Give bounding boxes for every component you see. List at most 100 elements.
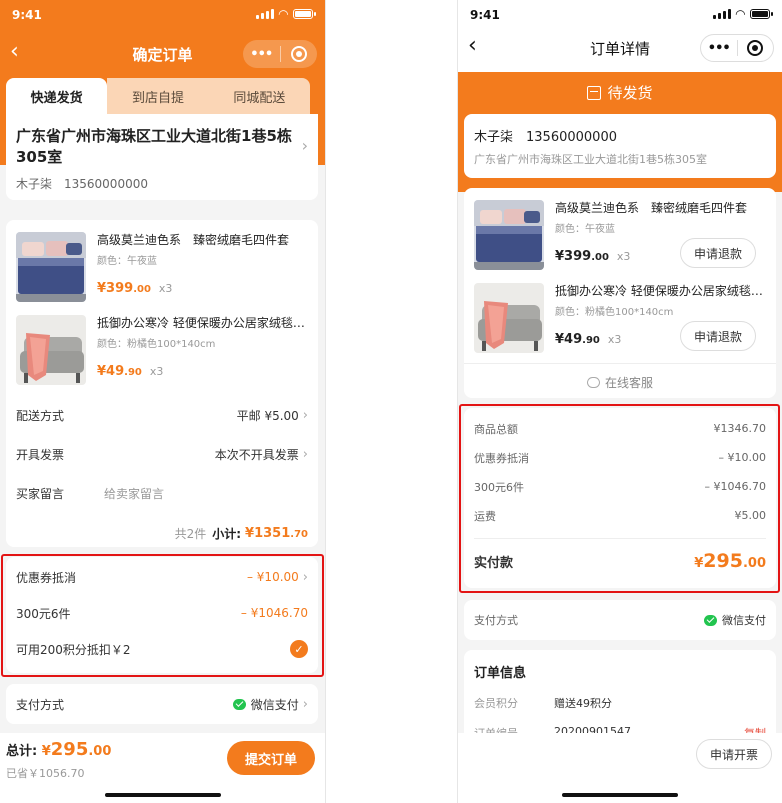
wechat-pay-icon <box>704 614 717 626</box>
close-target-icon[interactable] <box>738 40 774 56</box>
total-label: 总计: <box>6 744 38 759</box>
nav-bar: ‹ 订单详情 ••• <box>458 24 782 72</box>
checkout-bar: 总计: ¥295.00 已省￥1056.70 提交订单 <box>0 733 325 803</box>
submit-order-button[interactable]: 提交订单 <box>227 741 315 775</box>
goods-item[interactable]: 高级莫兰迪色系 臻密绒磨毛四件套 颜色：午夜蓝 ¥399.00 x3 <box>16 232 308 302</box>
receiver-card: 木子柒 13560000000 广东省广州市海珠区工业大道北街1巷5栋305室 <box>464 114 776 178</box>
receiver-name-phone: 木子柒 13560000000 <box>474 130 617 145</box>
back-icon[interactable]: ‹ <box>10 41 30 63</box>
wifi-icon: ◠ <box>278 7 288 21</box>
shipping-label: 配送方式 <box>16 409 65 423</box>
subtotal-label: 小计: <box>212 527 242 541</box>
payment-label: 支付方式 <box>474 614 518 627</box>
product-title: 高级莫兰迪色系 臻密绒磨毛四件套 <box>97 233 290 247</box>
page-title: 订单详情 <box>589 39 650 58</box>
subtotal-value: ¥1351.70 <box>245 526 308 541</box>
chevron-right-icon: › <box>302 447 308 462</box>
highlight-box <box>459 404 780 593</box>
address-card[interactable]: 广东省广州市海珠区工业大道北街1巷5栋305室 › 木子柒 1356000000… <box>6 114 318 200</box>
order-info-title: 订单信息 <box>474 666 527 681</box>
product-spec: 颜色：午夜蓝 <box>97 256 157 267</box>
chevron-right-icon: › <box>302 408 308 423</box>
goods-item[interactable]: 高级莫兰迪色系 臻密绒磨毛四件套 颜色：午夜蓝 ¥399.00 x3 申请退款 <box>474 200 766 270</box>
order-items-card: 高级莫兰迪色系 臻密绒磨毛四件套 颜色：午夜蓝 ¥399.00 x3 申请退款 <box>464 188 776 398</box>
order-detail-screen: 9:41 ◠ ‹ 订单详情 ••• 待发货 木子柒 13560000000 广东… <box>457 0 782 803</box>
battery-icon <box>293 9 316 19</box>
payment-card: 支付方式 微信支付 <box>464 600 776 640</box>
product-price: ¥399.00 <box>555 249 609 264</box>
action-bar: 申请开票 <box>458 733 782 803</box>
product-price: ¥49.90 <box>97 364 142 379</box>
product-spec: 颜色：午夜蓝 <box>555 224 615 235</box>
page-title: 确定订单 <box>132 45 193 64</box>
invoice-row[interactable]: 开具发票 本次不开具发票 › <box>16 446 308 463</box>
payment-value: 微信支付 <box>250 697 299 712</box>
home-indicator <box>104 793 221 797</box>
tab-express[interactable]: 快递发货 <box>6 78 108 114</box>
product-price: ¥399.00 <box>97 281 151 296</box>
confirm-order-screen: 9:41 ◠ ‹ 确定订单 ••• 快递发货 到店自提 同城配送 广东省广州市海… <box>0 0 326 803</box>
payment-card[interactable]: 支付方式 微信支付 › <box>6 684 318 724</box>
tab-self-pickup[interactable]: 到店自提 <box>107 78 209 114</box>
goods-item[interactable]: 抵御办公寒冷 轻便保暖办公居家绒毯… 颜色：粉橘色100*140cm ¥49.9… <box>474 283 766 353</box>
shipping-row[interactable]: 配送方式 平邮 ¥5.00 › <box>16 407 308 424</box>
delivery-tabs: 快递发货 到店自提 同城配送 <box>6 78 310 114</box>
subtotal-row: 共2件 小计: ¥1351.70 <box>16 525 308 542</box>
battery-icon <box>750 9 773 19</box>
order-items-card: 高级莫兰迪色系 臻密绒磨毛四件套 颜色：午夜蓝 ¥399.00 x3 抵御办公寒冷… <box>6 220 318 547</box>
status-time: 9:41 <box>12 8 42 22</box>
highlight-box <box>1 554 324 677</box>
product-title: 抵御办公寒冷 轻便保暖办公居家绒毯… <box>97 316 305 330</box>
online-service-link[interactable]: 在线客服 <box>464 363 776 391</box>
payment-value: 微信支付 <box>722 614 766 627</box>
product-quantity: x3 <box>607 333 622 346</box>
close-target-icon[interactable] <box>281 46 318 62</box>
status-time: 9:41 <box>470 8 500 22</box>
nav-bar: ‹ 确定订单 ••• <box>0 30 325 78</box>
item-count: 共2件 <box>174 527 207 541</box>
more-icon[interactable]: ••• <box>243 47 280 62</box>
receiver-name-phone: 木子柒 13560000000 <box>16 177 148 191</box>
home-indicator <box>562 793 678 797</box>
buyer-message-row: 买家留言 给卖家留言 <box>16 485 308 502</box>
more-icon[interactable]: ••• <box>701 41 737 56</box>
buyer-message-input[interactable]: 给卖家留言 <box>104 485 164 502</box>
status-bar: 9:41 ◠ <box>0 0 325 30</box>
product-title: 高级莫兰迪色系 臻密绒磨毛四件套 <box>555 201 748 215</box>
product-image-bedding <box>474 200 544 270</box>
address-text: 广东省广州市海珠区工业大道北街1巷5栋305室 <box>16 127 292 166</box>
product-image-bedding <box>16 232 86 302</box>
refund-button[interactable]: 申请退款 <box>680 321 756 351</box>
goods-item[interactable]: 抵御办公寒冷 轻便保暖办公居家绒毯… 颜色：粉橘色100*140cm ¥49.9… <box>16 315 308 385</box>
wechat-pay-icon <box>232 698 246 710</box>
chevron-right-icon: › <box>301 136 308 155</box>
points-row: 会员积分 赠送49积分 <box>474 697 612 710</box>
wifi-icon: ◠ <box>735 7 745 21</box>
product-price: ¥49.90 <box>555 332 600 347</box>
chevron-right-icon: › <box>302 696 308 712</box>
order-status: 待发货 <box>458 82 782 103</box>
product-quantity: x3 <box>616 250 631 263</box>
receiver-address: 广东省广州市海珠区工业大道北街1巷5栋305室 <box>474 153 707 166</box>
payment-label: 支付方式 <box>16 697 65 712</box>
buyer-message-label: 买家留言 <box>16 487 65 501</box>
shipping-value: 平邮 ¥5.00 <box>236 409 299 423</box>
invoice-request-button[interactable]: 申请开票 <box>696 739 772 769</box>
saved-amount: 已省￥1056.70 <box>6 767 85 780</box>
package-icon <box>587 85 602 100</box>
chat-icon <box>586 377 600 388</box>
product-spec: 颜色：粉橘色100*140cm <box>97 339 216 350</box>
total-line: 总计: ¥295.00 <box>6 739 111 760</box>
refund-button[interactable]: 申请退款 <box>680 238 756 268</box>
product-quantity: x3 <box>149 365 164 378</box>
product-spec: 颜色：粉橘色100*140cm <box>555 307 674 318</box>
product-quantity: x3 <box>158 282 173 295</box>
system-icons: ◠ <box>712 7 773 21</box>
system-icons: ◠ <box>255 7 316 21</box>
mini-program-capsule: ••• <box>700 34 774 62</box>
signal-icon <box>255 9 274 19</box>
back-icon[interactable]: ‹ <box>468 35 488 57</box>
signal-icon <box>712 9 731 19</box>
tab-same-city[interactable]: 同城配送 <box>208 78 310 114</box>
product-title: 抵御办公寒冷 轻便保暖办公居家绒毯… <box>555 284 763 298</box>
